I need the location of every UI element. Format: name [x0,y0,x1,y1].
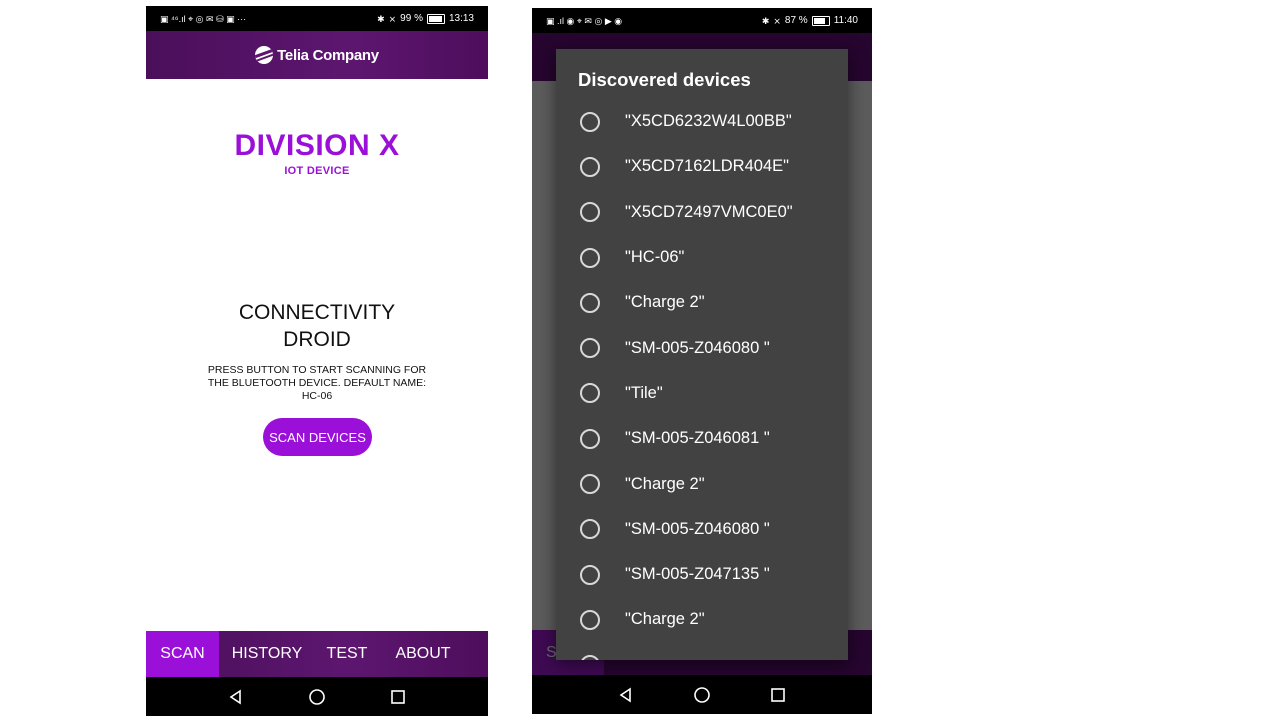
radio-button-icon[interactable] [580,111,600,132]
brand-name: Telia Company [277,46,379,64]
status-icons: ▣ .ıl ◉ ⌖ ✉ ◎ ▶ ◉ [546,15,623,26]
radio-button-icon[interactable] [580,338,600,359]
radio-button-icon[interactable] [580,292,600,313]
status-time: 11:40 [833,15,858,26]
bluetooth-icon: ✱ [377,13,385,24]
system-nav-bar [146,677,488,716]
tab-about[interactable]: ABOUT [379,631,467,677]
scan-devices-button[interactable]: SCAN DEVICES [263,418,372,456]
battery-percent: 99 % [400,13,423,24]
page-title-line1: CONNECTIVITY [238,301,396,324]
battery-icon [811,15,830,26]
home-icon[interactable] [307,687,327,707]
dialog-title: Discovered devices [578,69,751,90]
device-name: "SM-005-Z046080 " [625,338,770,357]
recents-icon[interactable] [768,685,788,705]
radio-button-icon[interactable] [580,202,600,223]
battery-icon [426,13,445,24]
vibrate-off-icon: ⨯ [388,13,397,24]
bluetooth-icon: ✱ [761,15,770,26]
device-option[interactable]: "Tile" [556,371,848,416]
back-icon[interactable] [616,685,636,705]
device-option[interactable]: "SM-005-Z047135 " [556,552,848,597]
radio-button-icon[interactable] [580,655,600,660]
device-option[interactable]: "SM-005-Z046080 " [556,325,848,370]
device-list[interactable]: "X5CD6232W4L00BB" "X5CD7162LDR404E" "X5CD7… [556,99,848,660]
device-option-partial[interactable] [556,643,848,660]
device-name: "X5CD72497VMC0E0" [625,202,793,221]
system-nav-bar [532,675,872,714]
status-icons: ▣ ⁴⁶.ıl ⌖ ◎ ✉ ⛁ ▣ ··· [160,13,247,24]
phone-screen-dialog: ▣ .ıl ◉ ⌖ ✉ ◎ ▶ ◉ ✱ ⨯ 87 % 11:40 S Disco… [532,8,872,714]
radio-button-icon[interactable] [580,156,600,177]
device-option[interactable]: "X5CD7162LDR404E" [556,144,848,189]
battery-percent: 87 % [784,15,808,26]
device-name: "Tile" [625,383,663,402]
tab-scan[interactable]: SCAN [146,631,219,677]
scan-page: DIVISION X IOT DEVICE CONNECTIVITY DROID… [146,79,488,631]
tab-test[interactable]: TEST [315,631,379,677]
telia-logo-icon [255,46,274,64]
radio-button-icon[interactable] [580,474,600,495]
app-bar: Telia Company [146,31,488,79]
brand-logo: Telia Company [255,46,379,64]
device-option[interactable]: "HC-06" [556,235,848,280]
device-option[interactable]: "Charge 2" [556,461,848,506]
radio-button-icon[interactable] [580,428,600,449]
radio-button-icon[interactable] [580,609,600,630]
bottom-tab-bar: SCAN HISTORY TEST ABOUT [146,631,488,677]
phone-screen-main: ▣ ⁴⁶.ıl ⌖ ◎ ✉ ⛁ ▣ ··· ✱ ⨯ 99 % 13:13 Tel… [146,6,488,716]
division-x-logo: DIVISION X [234,129,400,162]
back-icon[interactable] [226,687,246,707]
division-subtitle: IOT DEVICE [284,165,350,177]
radio-button-icon[interactable] [580,519,600,540]
discovered-devices-dialog: Discovered devices "X5CD6232W4L00BB" "X5C… [556,49,848,660]
device-name: "SM-005-Z046081 " [625,429,770,448]
radio-button-icon[interactable] [580,383,600,404]
device-name: "Charge 2" [625,610,705,629]
status-time: 13:13 [448,13,474,24]
home-icon[interactable] [692,685,712,705]
device-option[interactable]: "Charge 2" [556,280,848,325]
device-name: "X5CD6232W4L00BB" [625,112,792,131]
device-option[interactable]: "Charge 2" [556,597,848,642]
recents-icon[interactable] [388,687,408,707]
radio-button-icon[interactable] [580,564,600,585]
device-name: "Charge 2" [625,293,705,312]
status-bar: ▣ ⁴⁶.ıl ⌖ ◎ ✉ ⛁ ▣ ··· ✱ ⨯ 99 % 13:13 [146,6,488,31]
scan-instructions: PRESS BUTTON TO START SCANNING FOR THE B… [207,364,427,402]
device-option[interactable]: "SM-005-Z046081 " [556,416,848,461]
tab-history[interactable]: HISTORY [219,631,315,677]
device-name: "SM-005-Z047135 " [625,565,770,584]
page-title-line2: DROID [283,328,351,351]
device-option[interactable]: "SM-005-Z046080 " [556,507,848,552]
status-bar: ▣ .ıl ◉ ⌖ ✉ ◎ ▶ ◉ ✱ ⨯ 87 % 11:40 [532,8,872,33]
device-name: "SM-005-Z046080 " [625,519,770,538]
page-title: CONNECTIVITY DROID [146,299,488,353]
device-name: "Charge 2" [625,474,705,493]
radio-button-icon[interactable] [580,247,600,268]
device-option[interactable]: "X5CD6232W4L00BB" [556,99,848,144]
vibrate-off-icon: ⨯ [773,15,781,26]
device-name: "X5CD7162LDR404E" [625,157,789,176]
device-option[interactable]: "X5CD72497VMC0E0" [556,190,848,235]
device-name: "HC-06" [625,248,685,267]
